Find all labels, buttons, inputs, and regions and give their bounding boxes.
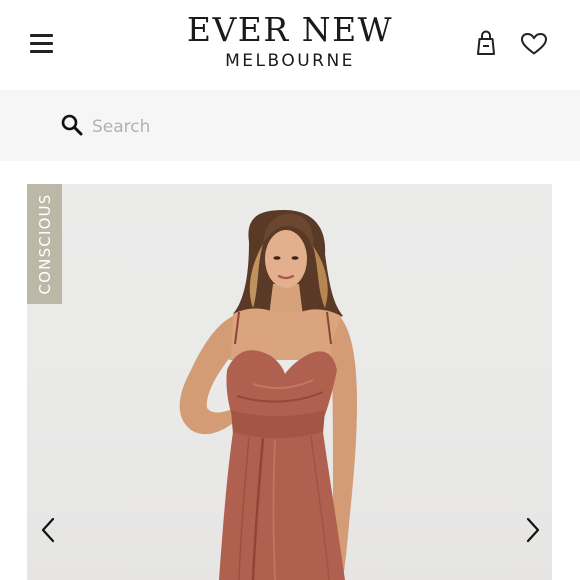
brand-city: MELBOURNE (225, 51, 355, 71)
previous-image-button[interactable] (37, 516, 59, 544)
shopping-bag-button[interactable] (476, 30, 496, 56)
search-icon[interactable] (61, 114, 83, 136)
search-input[interactable] (92, 110, 532, 144)
menu-button[interactable] (30, 32, 54, 54)
brand-name: EVER NEW (186, 10, 394, 49)
model-photo (179, 210, 357, 580)
badge-label: CONSCIOUS (35, 193, 54, 295)
next-image-button[interactable] (522, 516, 544, 544)
chevron-left-icon (41, 517, 55, 543)
wishlist-button[interactable] (520, 32, 548, 56)
brand-logo[interactable]: EVER NEW MELBOURNE (150, 12, 430, 72)
hamburger-menu-icon (30, 34, 53, 37)
site-header: EVER NEW MELBOURNE (0, 0, 580, 90)
heart-icon (521, 33, 547, 55)
chevron-right-icon (526, 517, 540, 543)
product-image[interactable] (27, 184, 552, 580)
shopping-bag-icon (477, 30, 495, 55)
